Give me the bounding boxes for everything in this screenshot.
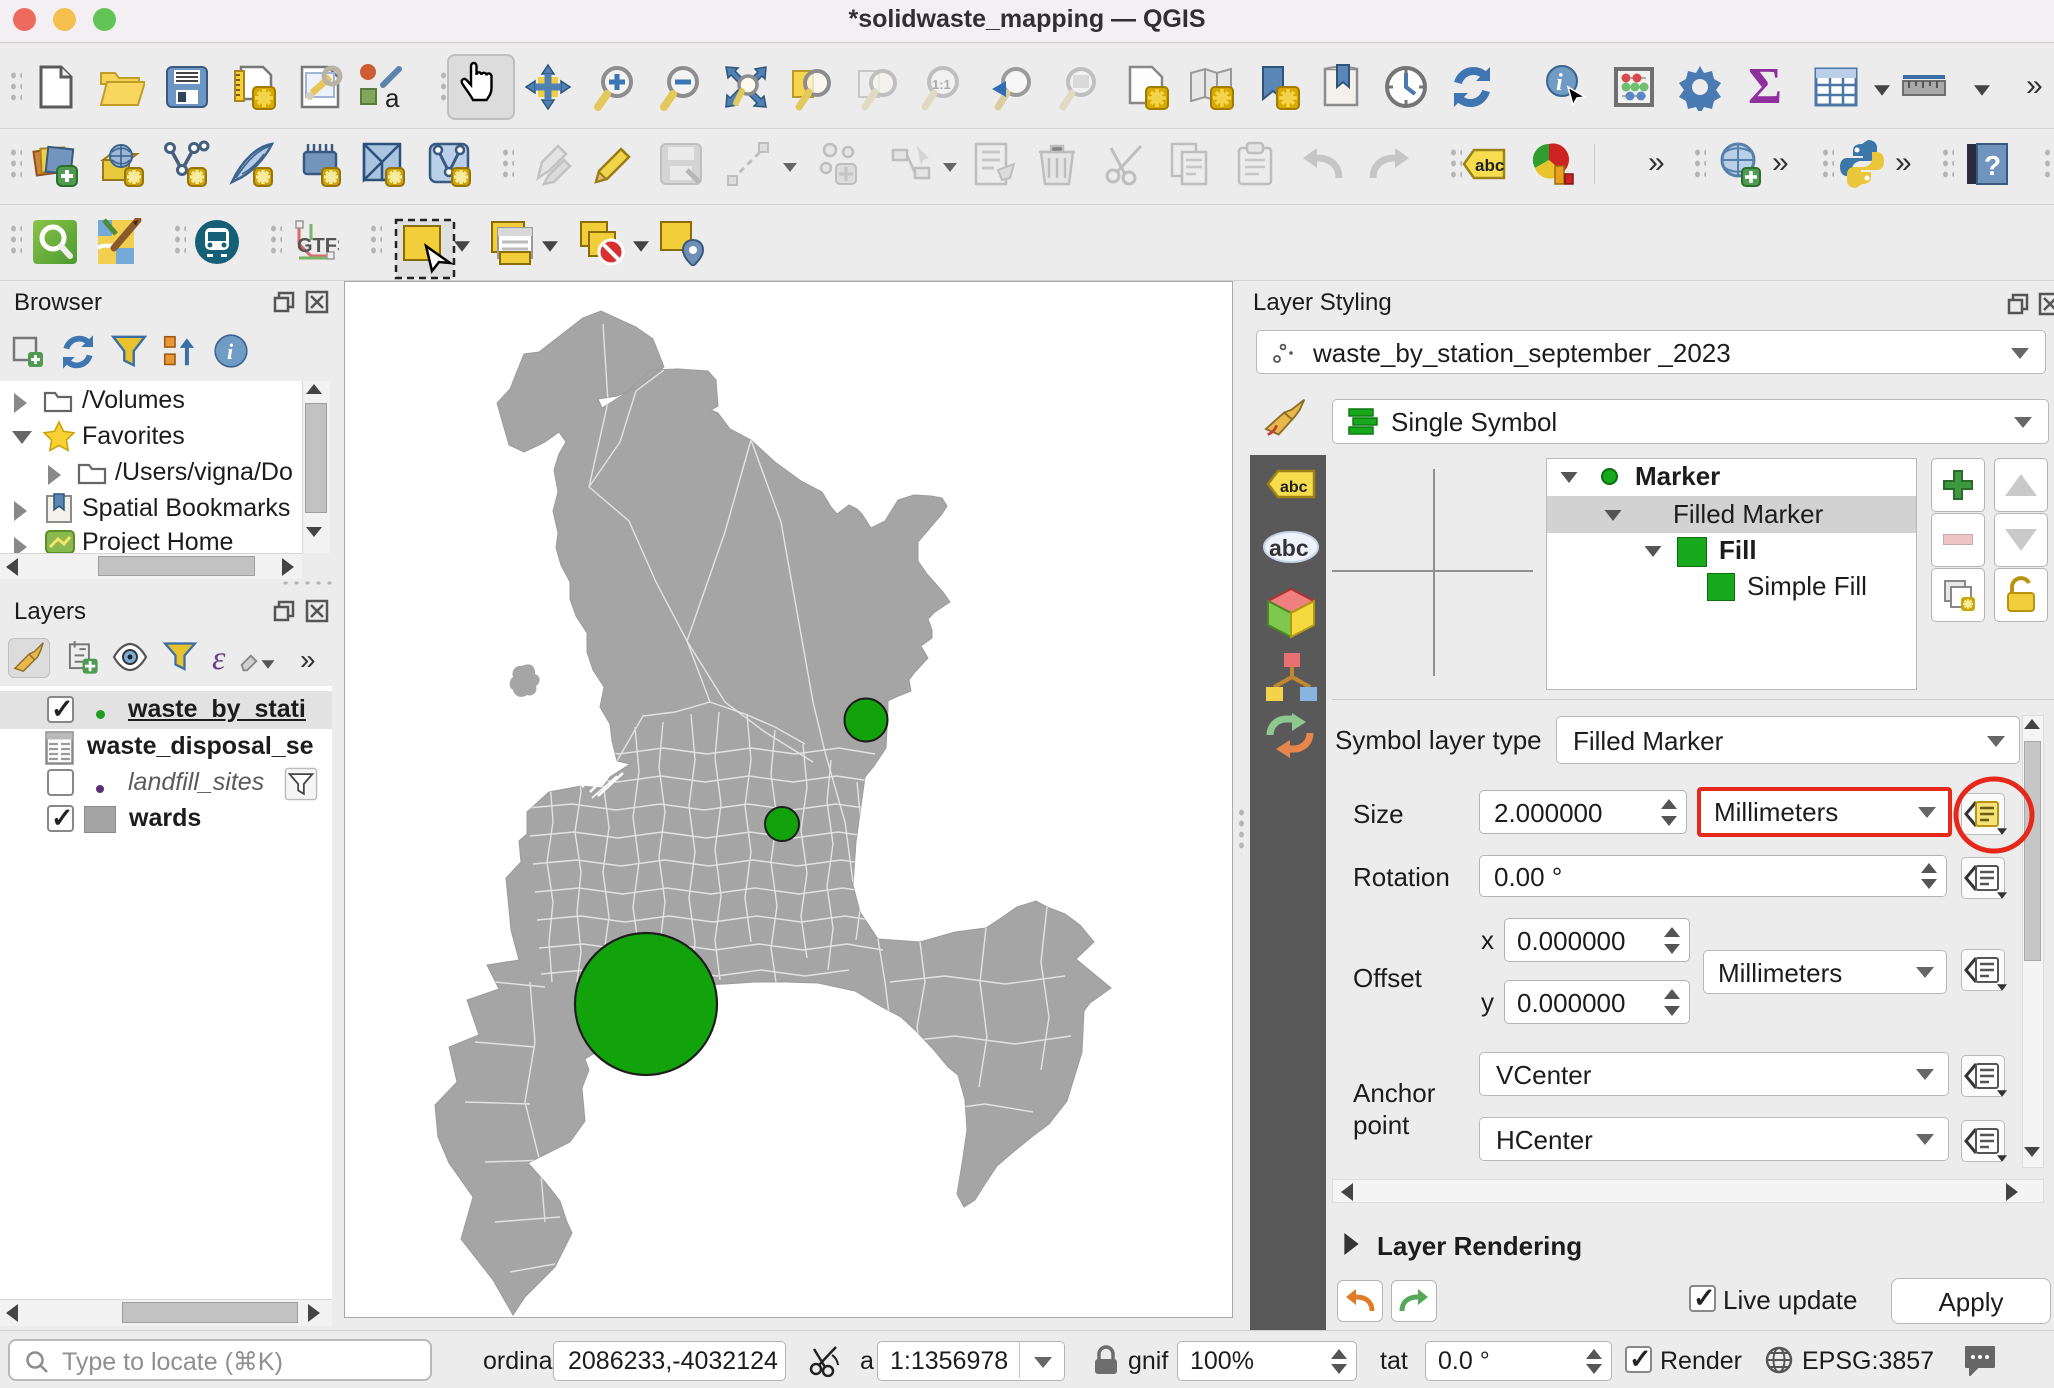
svg-text:abc: abc — [1269, 535, 1309, 561]
svg-text:a: a — [385, 83, 400, 111]
svg-text:i: i — [227, 339, 234, 364]
svg-text:abc: abc — [1475, 156, 1504, 175]
svg-text:GTFS: GTFS — [297, 235, 339, 257]
svg-text:abc: abc — [1280, 479, 1308, 496]
svg-text:i: i — [1556, 70, 1563, 96]
svg-text:?: ? — [1984, 150, 2001, 181]
